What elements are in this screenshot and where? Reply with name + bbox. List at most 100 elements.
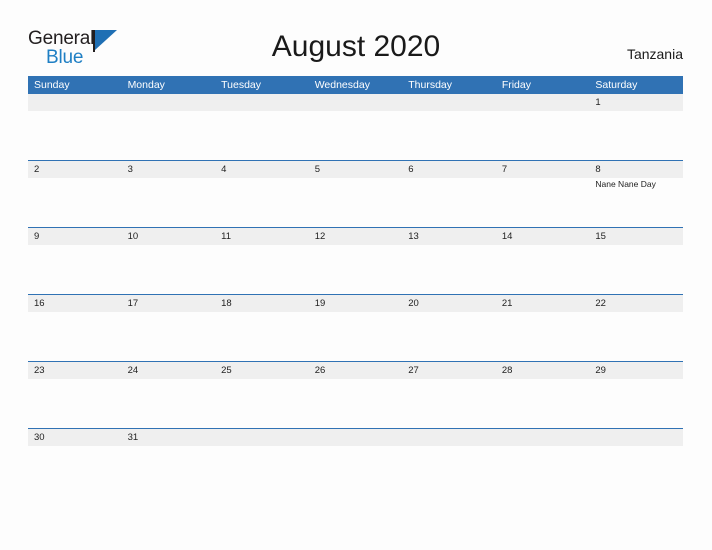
calendar-day-cell[interactable]: 7 [496, 161, 590, 227]
weekday-header-row: Sunday Monday Tuesday Wednesday Thursday Frid… [28, 76, 683, 94]
calendar-day-cell[interactable]: 5 [309, 161, 403, 227]
calendar-day-cell[interactable]: 13 [402, 228, 496, 294]
calendar-day-cell[interactable]: 25 [215, 362, 309, 428]
calendar-week-row: 30 31 [28, 428, 683, 495]
day-number: 8 [595, 164, 601, 175]
calendar-day-cell-empty [496, 429, 590, 495]
page-title: August 2020 [271, 30, 441, 63]
calendar-page: General Blue August 2020 Tanzania Sunday… [0, 0, 712, 550]
calendar-week-cells: 30 31 [28, 429, 683, 495]
day-number: 3 [127, 164, 133, 175]
calendar-day-cell-empty [309, 429, 403, 495]
weekday-header-sunday: Sunday [34, 79, 70, 91]
day-number: 15 [595, 231, 606, 242]
day-number: 7 [501, 164, 508, 175]
calendar-day-cell[interactable]: 16 [28, 295, 683, 361]
day-number: 14 [501, 231, 513, 242]
calendar-day-cell-empty [122, 94, 216, 160]
calendar-day-cell-empty [215, 429, 309, 495]
calendar-day-cell[interactable]: 29 [589, 362, 683, 428]
day-number: 16 [34, 298, 45, 309]
day-number: 18 [221, 298, 232, 309]
day-number: 21 [501, 298, 513, 309]
calendar-day-cell[interactable]: 26 [309, 362, 403, 428]
calendar-week-row: 16 17 18 19 20 21 22 [28, 294, 683, 361]
day-number: 2 [34, 164, 40, 175]
day-number: 1 [595, 97, 601, 108]
calendar-week-row: 1 [28, 94, 683, 160]
calendar-grid: Sunday Monday Tuesday Wednesday Thursday Frid… [28, 76, 683, 495]
calendar-day-cell[interactable]: 18 [215, 295, 309, 361]
day-number: 28 [501, 365, 513, 376]
calendar-week-cells: 1 [28, 94, 683, 160]
weekday-header-monday: Monday [127, 79, 165, 91]
calendar-day-cell[interactable]: 22 [589, 295, 683, 361]
calendar-day-cell[interactable]: 9 [28, 228, 683, 294]
day-number: 6 [408, 164, 414, 175]
calendar-day-cell-empty [496, 94, 590, 160]
calendar-week-cells: 23 24 25 26 27 28 29 [28, 362, 683, 428]
day-number: 22 [595, 298, 606, 309]
calendar-day-cell[interactable]: 17 [122, 295, 216, 361]
calendar-day-cell-empty [28, 94, 683, 160]
calendar-day-cell-empty [309, 94, 403, 160]
day-number: 31 [127, 432, 139, 443]
calendar-day-cell[interactable]: 31 [122, 429, 216, 495]
calendar-week-cells: 2 3 4 5 6 7 8 Nane Nane Day [28, 161, 683, 227]
calendar-day-cell-empty [589, 429, 683, 495]
calendar-day-cell-empty [402, 94, 496, 160]
day-number: 24 [127, 365, 139, 376]
day-number: 19 [314, 298, 326, 309]
day-number: 26 [314, 365, 326, 376]
page-header: General Blue August 2020 Tanzania [0, 0, 712, 76]
calendar-day-cell[interactable]: 8 Nane Nane Day [589, 161, 683, 227]
calendar-week-row: 2 3 4 5 6 7 8 Nane Nane Day [28, 160, 683, 227]
calendar-day-cell[interactable]: 11 [215, 228, 309, 294]
calendar-day-cell[interactable]: 1 [589, 94, 683, 160]
calendar-day-cell[interactable]: 30 [28, 429, 683, 495]
weekday-header-tuesday: Tuesday [221, 79, 262, 91]
calendar-day-cell[interactable]: 20 [402, 295, 496, 361]
calendar-week-cells: 16 17 18 19 20 21 22 [28, 295, 683, 361]
calendar-day-cell[interactable]: 23 [28, 362, 683, 428]
calendar-week-row: 9 10 11 12 13 14 15 [28, 227, 683, 294]
calendar-weeks: 1 2 3 4 5 6 7 8 Nane Nane Day 9 10 11 12 13 14 15 16 17 18… [28, 94, 683, 495]
calendar-day-cell[interactable]: 15 [589, 228, 683, 294]
holiday-event-label: Nane Nane Day [595, 179, 656, 189]
day-events: Nane Nane Day [595, 178, 683, 190]
day-number: 17 [127, 298, 139, 309]
calendar-day-cell[interactable]: 3 [122, 161, 216, 227]
day-number: 12 [314, 231, 326, 242]
weekday-header-wednesday: Wednesday [314, 79, 370, 91]
day-number: 5 [314, 164, 320, 175]
calendar-day-cell[interactable]: 14 [496, 228, 590, 294]
day-number: 27 [408, 365, 419, 376]
day-number: 11 [221, 231, 231, 242]
calendar-day-cell[interactable]: 2 [28, 161, 683, 227]
day-number: 13 [408, 231, 419, 242]
day-number: 23 [34, 365, 45, 376]
day-number: 20 [408, 298, 419, 309]
weekday-header-friday: Friday [501, 79, 531, 91]
calendar-day-cell-empty [215, 94, 309, 160]
calendar-day-cell[interactable]: 28 [496, 362, 590, 428]
calendar-day-cell[interactable]: 19 [309, 295, 403, 361]
calendar-day-cell-empty [402, 429, 496, 495]
calendar-day-cell[interactable]: 12 [309, 228, 403, 294]
calendar-day-cell[interactable]: 27 [402, 362, 496, 428]
day-number: 30 [34, 432, 45, 443]
calendar-day-cell[interactable]: 24 [122, 362, 216, 428]
day-number: 25 [221, 365, 232, 376]
country-label: Tanzania [626, 46, 683, 62]
calendar-day-cell[interactable]: 10 [122, 228, 216, 294]
day-number: 9 [34, 231, 40, 242]
day-number: 4 [221, 164, 227, 175]
calendar-day-cell[interactable]: 6 [402, 161, 496, 227]
calendar-day-cell[interactable]: 21 [496, 295, 590, 361]
weekday-header-saturday: Saturday [595, 79, 638, 91]
weekday-header-thursday: Thursday [408, 79, 453, 91]
calendar-day-cell[interactable]: 4 [215, 161, 309, 227]
day-number: 10 [127, 231, 139, 242]
calendar-week-row: 23 24 25 26 27 28 29 [28, 361, 683, 428]
day-number: 29 [595, 365, 606, 376]
